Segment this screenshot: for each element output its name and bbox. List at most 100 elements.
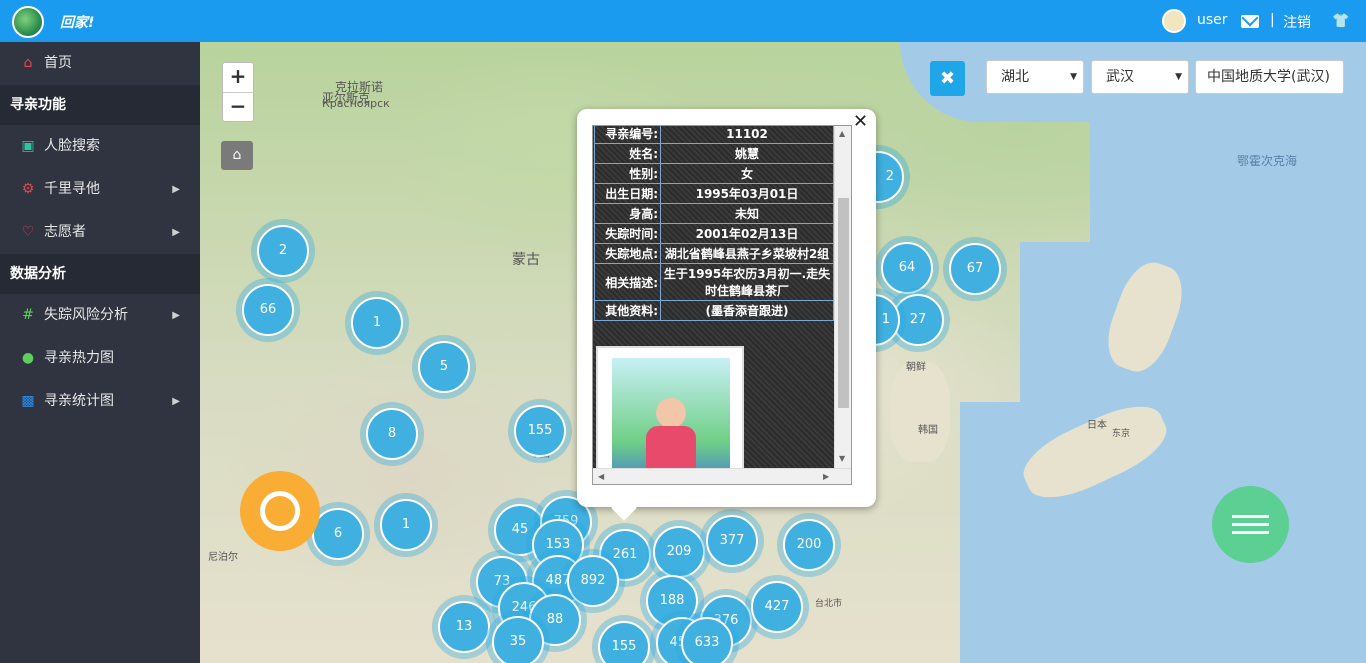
tshirt-icon[interactable]: 👕 — [1332, 13, 1349, 29]
field-label: 其他资料: — [594, 300, 661, 321]
field-label: 出生日期: — [594, 183, 661, 204]
home-icon: ⌂ — [23, 55, 33, 71]
cluster-count: 200 — [783, 519, 835, 571]
cluster-marker[interactable]: 66 — [236, 278, 300, 342]
field-label: 身高: — [594, 203, 661, 224]
close-icon[interactable]: ✕ — [853, 111, 868, 132]
orange-action-button[interactable] — [240, 471, 320, 551]
field-value: 姚慧 — [660, 143, 834, 164]
table-row: 寻亲编号: 11102 — [594, 126, 834, 144]
cluster-count: 377 — [706, 515, 758, 567]
top-bar: 回家! user | 注销 👕 — [0, 0, 1366, 42]
field-value: 11102 — [660, 126, 834, 144]
cluster-count: 8 — [366, 408, 418, 460]
cluster-count: 155 — [598, 621, 650, 663]
sidebar-item-statistics[interactable]: ▩ 寻亲统计图 ▶ — [0, 380, 200, 423]
province-select[interactable]: 湖北 ▼ — [986, 60, 1084, 94]
city-select[interactable]: 武汉 ▼ — [1091, 60, 1189, 94]
cluster-marker[interactable]: 67 — [943, 237, 1007, 301]
map-label: 朝鲜 — [906, 362, 926, 373]
cluster-marker[interactable]: 1 — [345, 291, 409, 355]
city-select-value: 武汉 — [1106, 69, 1134, 85]
sidebar-item-label: 首页 — [44, 55, 72, 71]
cluster-marker[interactable]: 377 — [700, 509, 764, 573]
user-avatar[interactable] — [1162, 9, 1186, 33]
cluster-count: 1 — [351, 297, 403, 349]
chevron-right-icon: ▶ — [172, 396, 180, 407]
map-label: 台北市 — [815, 599, 843, 609]
field-value: 生于1995年农历3月初一.走失时住鹤峰县茶厂 — [660, 263, 834, 301]
sidebar-item-search-people[interactable]: ⚙ 千里寻他 ▶ — [0, 168, 200, 211]
menu-icon-line — [1232, 531, 1269, 534]
sidebar-item-volunteer[interactable]: ♡ 志愿者 ▶ — [0, 211, 200, 254]
face-scan-icon: ▣ — [21, 138, 35, 154]
menu-button[interactable] — [1212, 486, 1289, 563]
field-value: 2001年02月13日 — [660, 223, 834, 244]
zoom-control: + − — [222, 62, 254, 122]
sidebar-item-risk-analysis[interactable]: # 失踪风险分析 ▶ — [0, 294, 200, 337]
school-select[interactable]: 中国地质大学(武汉) — [1195, 60, 1344, 94]
table-row: 身高: 未知 — [594, 203, 834, 224]
table-row: 出生日期: 1995年03月01日 — [594, 183, 834, 204]
map-label: 鄂霍次克海 — [1237, 154, 1298, 168]
cluster-count: 67 — [949, 243, 1001, 295]
cluster-marker[interactable]: 155 — [592, 615, 656, 663]
person-info-table: 寻亲编号: 11102 姓名: 姚慧 性别: 女 出生日期: 1995年03月01日 身… — [594, 126, 834, 321]
sidebar-item-label: 失踪风险分析 — [44, 307, 128, 323]
user-name[interactable]: user — [1197, 12, 1228, 28]
zoom-in-button[interactable]: + — [223, 63, 253, 92]
table-row: 性别: 女 — [594, 163, 834, 184]
scroll-up-icon[interactable]: ▲ — [839, 129, 845, 138]
separator: | — [1270, 12, 1275, 28]
section-header-analysis: 数据分析 — [0, 254, 200, 294]
table-row: 其他资料: (墨香添音跟进) — [594, 300, 834, 321]
zoom-out-button[interactable]: − — [223, 92, 253, 121]
field-label: 性别: — [594, 163, 661, 184]
cluster-marker[interactable]: 427 — [745, 575, 809, 639]
horizontal-scrollbar[interactable]: ◀ ▶ — [593, 468, 851, 484]
field-label: 相关描述: — [594, 263, 661, 301]
cluster-marker[interactable]: 155 — [508, 399, 572, 463]
scrollbar-thumb[interactable] — [838, 198, 849, 408]
logout-link[interactable]: 注销 — [1283, 12, 1311, 32]
vertical-scrollbar[interactable]: ▲ ▼ — [834, 126, 851, 468]
sidebar-item-label: 人脸搜索 — [44, 138, 100, 154]
map-label: Красноярск — [322, 97, 390, 110]
field-label: 姓名: — [594, 143, 661, 164]
menu-icon-line — [1232, 523, 1269, 526]
tools-button[interactable]: ✖ — [930, 61, 965, 96]
sidebar-item-label: 寻亲热力图 — [44, 350, 114, 366]
sidebar-item-heatmap[interactable]: ● 寻亲热力图 — [0, 337, 200, 380]
table-row: 失踪时间: 2001年02月13日 — [594, 223, 834, 244]
caret-down-icon: ▼ — [1175, 72, 1182, 82]
scroll-down-icon[interactable]: ▼ — [839, 454, 845, 463]
cluster-marker[interactable]: 5 — [412, 335, 476, 399]
scroll-right-icon[interactable]: ▶ — [823, 472, 829, 481]
school-select-value: 中国地质大学(武汉) — [1207, 69, 1330, 85]
menu-icon-line — [1232, 515, 1269, 518]
scroll-left-icon[interactable]: ◀ — [598, 472, 604, 481]
search-people-icon: ⚙ — [21, 181, 35, 197]
map-home-button[interactable]: ⌂ — [221, 141, 253, 170]
sidebar-item-face-search[interactable]: ▣ 人脸搜索 — [0, 125, 200, 168]
cluster-marker[interactable]: 1 — [374, 493, 438, 557]
wrench-icon: ✖ — [939, 68, 956, 89]
mail-icon[interactable] — [1241, 15, 1259, 28]
caret-down-icon: ▼ — [1070, 72, 1077, 82]
map-label: 尼泊尔 — [208, 552, 238, 563]
field-label: 寻亲编号: — [594, 126, 661, 144]
cluster-marker[interactable]: 8 — [360, 402, 424, 466]
field-value: 1995年03月01日 — [660, 183, 834, 204]
sidebar-item-label: 寻亲统计图 — [44, 393, 114, 409]
sidebar-item-label: 志愿者 — [44, 224, 86, 240]
cluster-count: 1 — [380, 499, 432, 551]
bar-chart-icon: ▩ — [21, 393, 35, 409]
globe-logo-icon[interactable] — [12, 6, 44, 38]
chevron-right-icon: ▶ — [172, 310, 180, 321]
cluster-marker[interactable]: 2 — [251, 219, 315, 283]
map-label: 蒙古 — [512, 252, 540, 268]
cluster-marker[interactable]: 200 — [777, 513, 841, 577]
sidebar-item-home[interactable]: ⌂ 首页 — [0, 42, 200, 85]
field-value: (墨香添音跟进) — [660, 300, 834, 321]
map-label: 韩国 — [918, 425, 938, 436]
